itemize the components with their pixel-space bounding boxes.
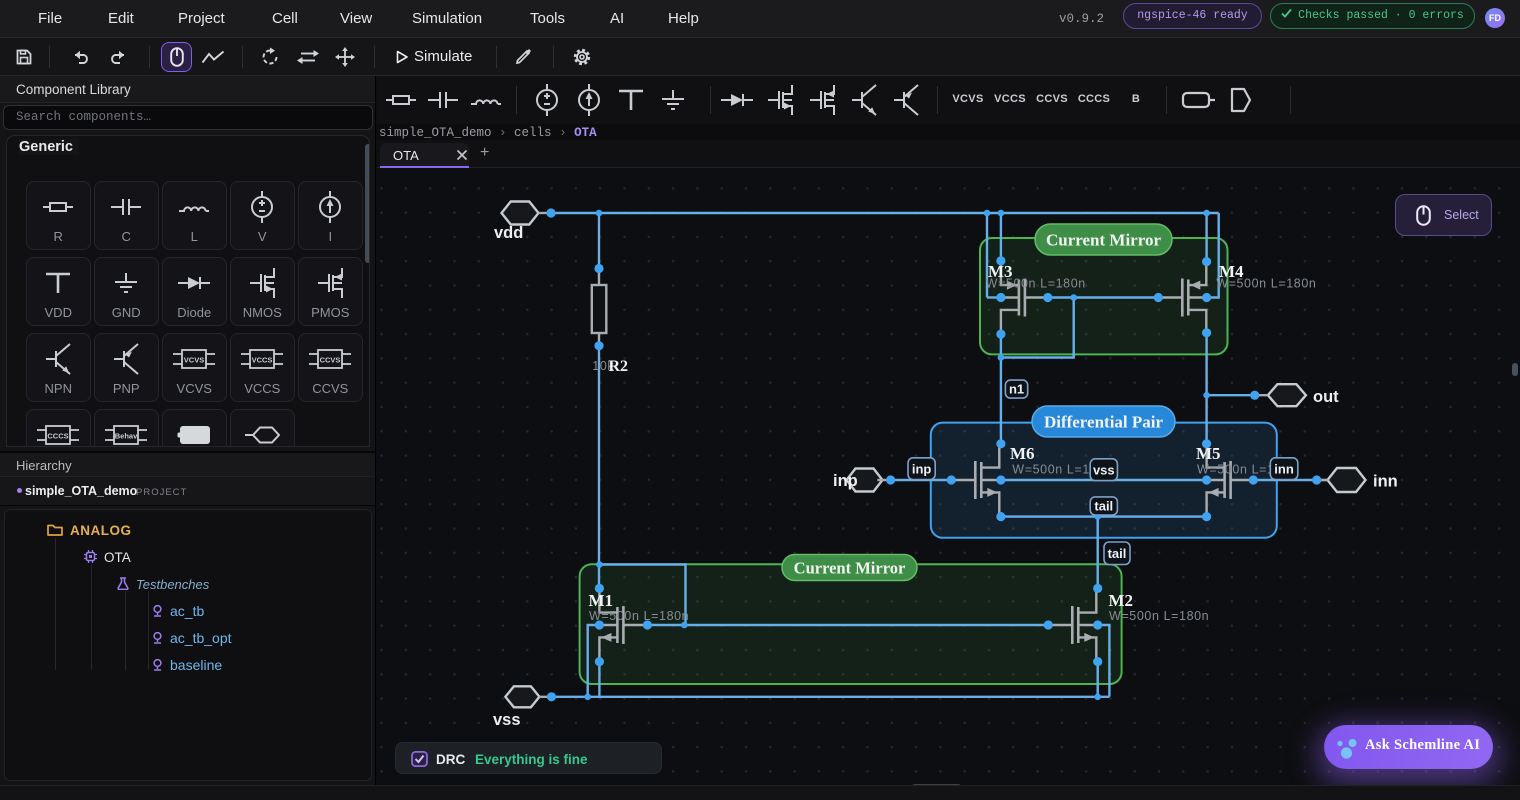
- svg-text:W=500n L=180n: W=500n L=180n: [986, 277, 1086, 291]
- svg-text:Behav: Behav: [115, 432, 138, 441]
- svg-text:vss: vss: [493, 711, 521, 729]
- svg-text:tail: tail: [1108, 546, 1127, 561]
- svg-text:M5: M5: [1196, 444, 1221, 463]
- svg-text:W=500n L=180n: W=500n L=180n: [1109, 609, 1209, 623]
- svg-text:R2: R2: [609, 358, 629, 375]
- svg-text:inp: inp: [833, 472, 858, 490]
- svg-text:vss: vss: [1093, 462, 1115, 477]
- svg-text:M6: M6: [1010, 444, 1035, 463]
- svg-text:CCVS: CCVS: [320, 356, 341, 365]
- svg-text:Current Mirror: Current Mirror: [794, 559, 906, 578]
- svg-text:VCVS: VCVS: [184, 356, 204, 365]
- svg-text:inn: inn: [1373, 473, 1398, 491]
- svg-text:Differential Pair: Differential Pair: [1044, 413, 1164, 432]
- svg-text:Current Mirror: Current Mirror: [1046, 231, 1161, 250]
- svg-text:out: out: [1313, 388, 1339, 406]
- svg-text:M1: M1: [589, 591, 614, 610]
- svg-text:inn: inn: [1274, 461, 1294, 476]
- svg-text:vdd: vdd: [494, 224, 523, 242]
- svg-text:inp: inp: [912, 461, 932, 476]
- svg-text:VCCS: VCCS: [252, 356, 273, 365]
- svg-text:W=500n L=180n: W=500n L=180n: [1216, 277, 1316, 291]
- svg-text:tail: tail: [1094, 499, 1113, 514]
- svg-text:CCCS: CCCS: [48, 432, 69, 441]
- svg-text:M2: M2: [1109, 591, 1134, 610]
- svg-text:n1: n1: [1009, 382, 1024, 397]
- svg-text:W=500n L=180n: W=500n L=180n: [589, 609, 689, 623]
